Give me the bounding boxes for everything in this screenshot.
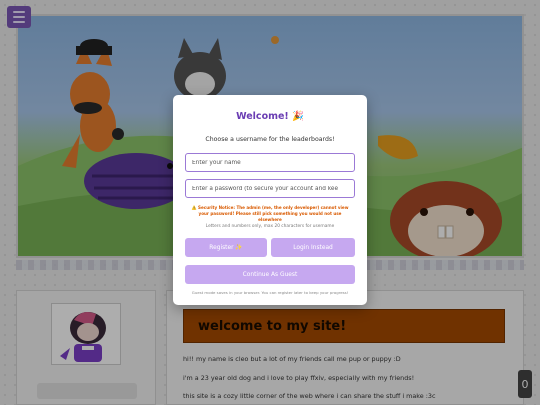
guest-mode-note: Guest mode saves in your browser. You ca… — [191, 290, 349, 295]
username-hint: Letters and numbers only, max 20 charact… — [205, 224, 335, 229]
username-input[interactable] — [185, 153, 355, 172]
security-notice: ⚠️ Security Notice: The admin (me, the o… — [191, 205, 349, 222]
welcome-modal: Welcome! 🎉 Choose a username for the lea… — [173, 95, 367, 305]
register-button[interactable]: Register ✨ — [185, 238, 267, 257]
password-input[interactable] — [185, 179, 355, 198]
continue-as-guest-button[interactable]: Continue As Guest — [185, 265, 355, 284]
modal-subtitle: Choose a username for the leaderboards! — [205, 136, 335, 143]
login-instead-button[interactable]: Login Instead — [271, 238, 355, 257]
modal-title: Welcome! 🎉 — [236, 111, 304, 122]
